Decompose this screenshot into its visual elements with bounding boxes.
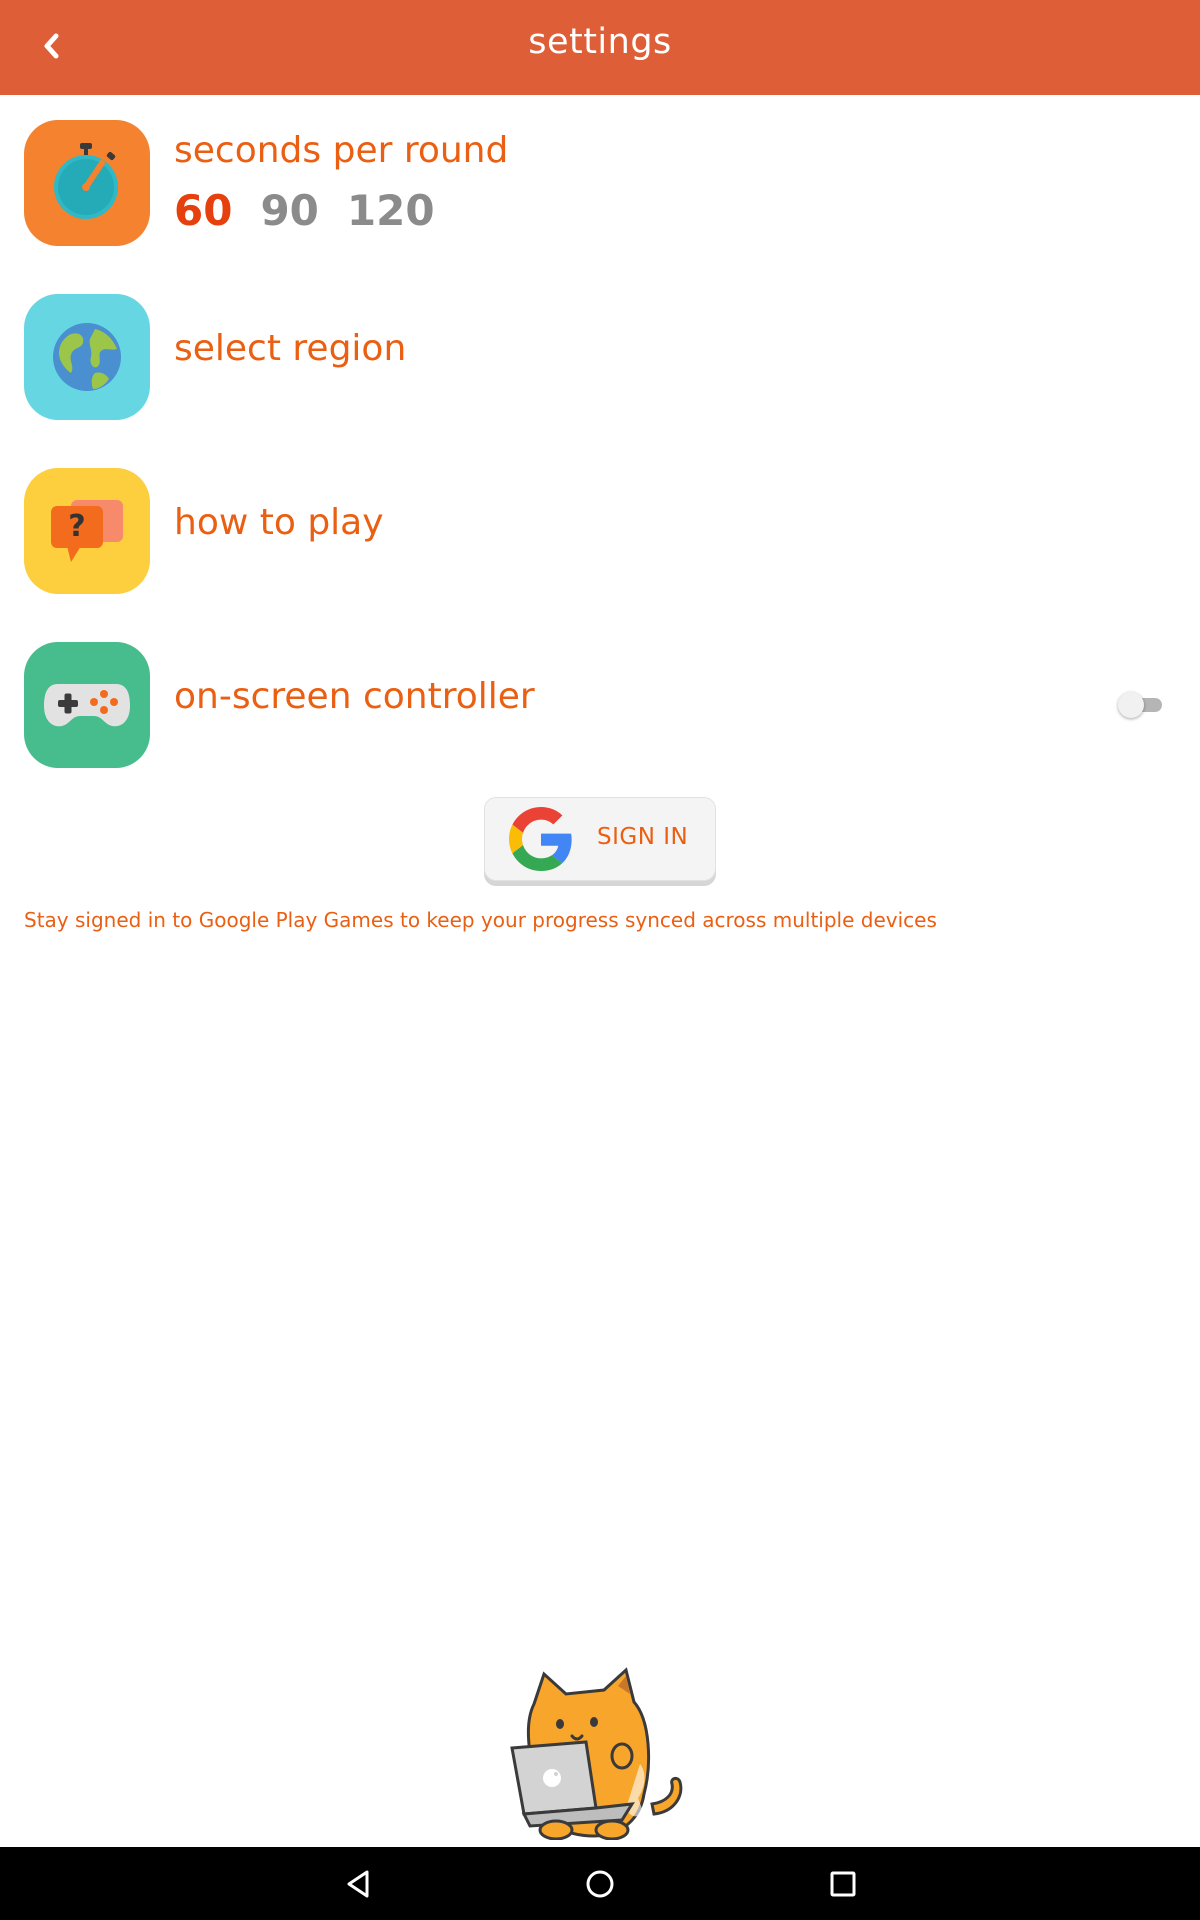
sign-in-label: SIGN IN xyxy=(597,824,689,850)
stopwatch-icon xyxy=(54,143,118,219)
gamepad-icon xyxy=(44,684,130,727)
setting-on-screen-controller: on-screen controller xyxy=(24,642,1176,768)
cat-laptop-illustration xyxy=(510,1667,683,1840)
seconds-per-round-label: seconds per round xyxy=(174,130,509,171)
round-option-60[interactable]: 60 xyxy=(174,186,232,235)
nav-home-icon xyxy=(586,1870,614,1898)
nav-back-button[interactable] xyxy=(333,1859,383,1909)
globe-tile xyxy=(24,294,150,420)
google-sign-in-button[interactable]: SIGN IN xyxy=(484,797,716,881)
google-icon xyxy=(509,807,572,871)
help-chat-icon: ? xyxy=(51,500,123,562)
on-screen-controller-label: on-screen controller xyxy=(174,676,535,717)
setting-how-to-play[interactable]: ? how to play xyxy=(24,468,1176,594)
sign-in-note: Stay signed in to Google Play Games to k… xyxy=(24,908,937,932)
round-option-90[interactable]: 90 xyxy=(260,186,318,235)
nav-back-icon xyxy=(347,1870,369,1898)
nav-recents-icon xyxy=(830,1871,856,1897)
globe-icon xyxy=(53,323,121,391)
select-region-label: select region xyxy=(174,328,407,369)
gamepad-tile xyxy=(24,642,150,768)
round-duration-options: 60 90 120 xyxy=(174,186,435,235)
setting-seconds-per-round: seconds per round 60 90 120 xyxy=(24,120,1176,246)
app-bar: settings xyxy=(0,0,1200,95)
on-screen-controller-toggle[interactable] xyxy=(1118,692,1162,718)
toggle-thumb xyxy=(1118,692,1144,718)
how-to-play-label: how to play xyxy=(174,502,384,543)
page-title: settings xyxy=(528,22,672,62)
nav-home-button[interactable] xyxy=(575,1859,625,1909)
svg-text:?: ? xyxy=(68,509,85,544)
system-nav-bar xyxy=(0,1847,1200,1920)
nav-recents-button[interactable] xyxy=(818,1859,868,1909)
round-option-120[interactable]: 120 xyxy=(347,186,435,235)
setting-select-region[interactable]: select region xyxy=(24,294,1176,420)
help-tile: ? xyxy=(24,468,150,594)
stopwatch-tile xyxy=(24,120,150,246)
